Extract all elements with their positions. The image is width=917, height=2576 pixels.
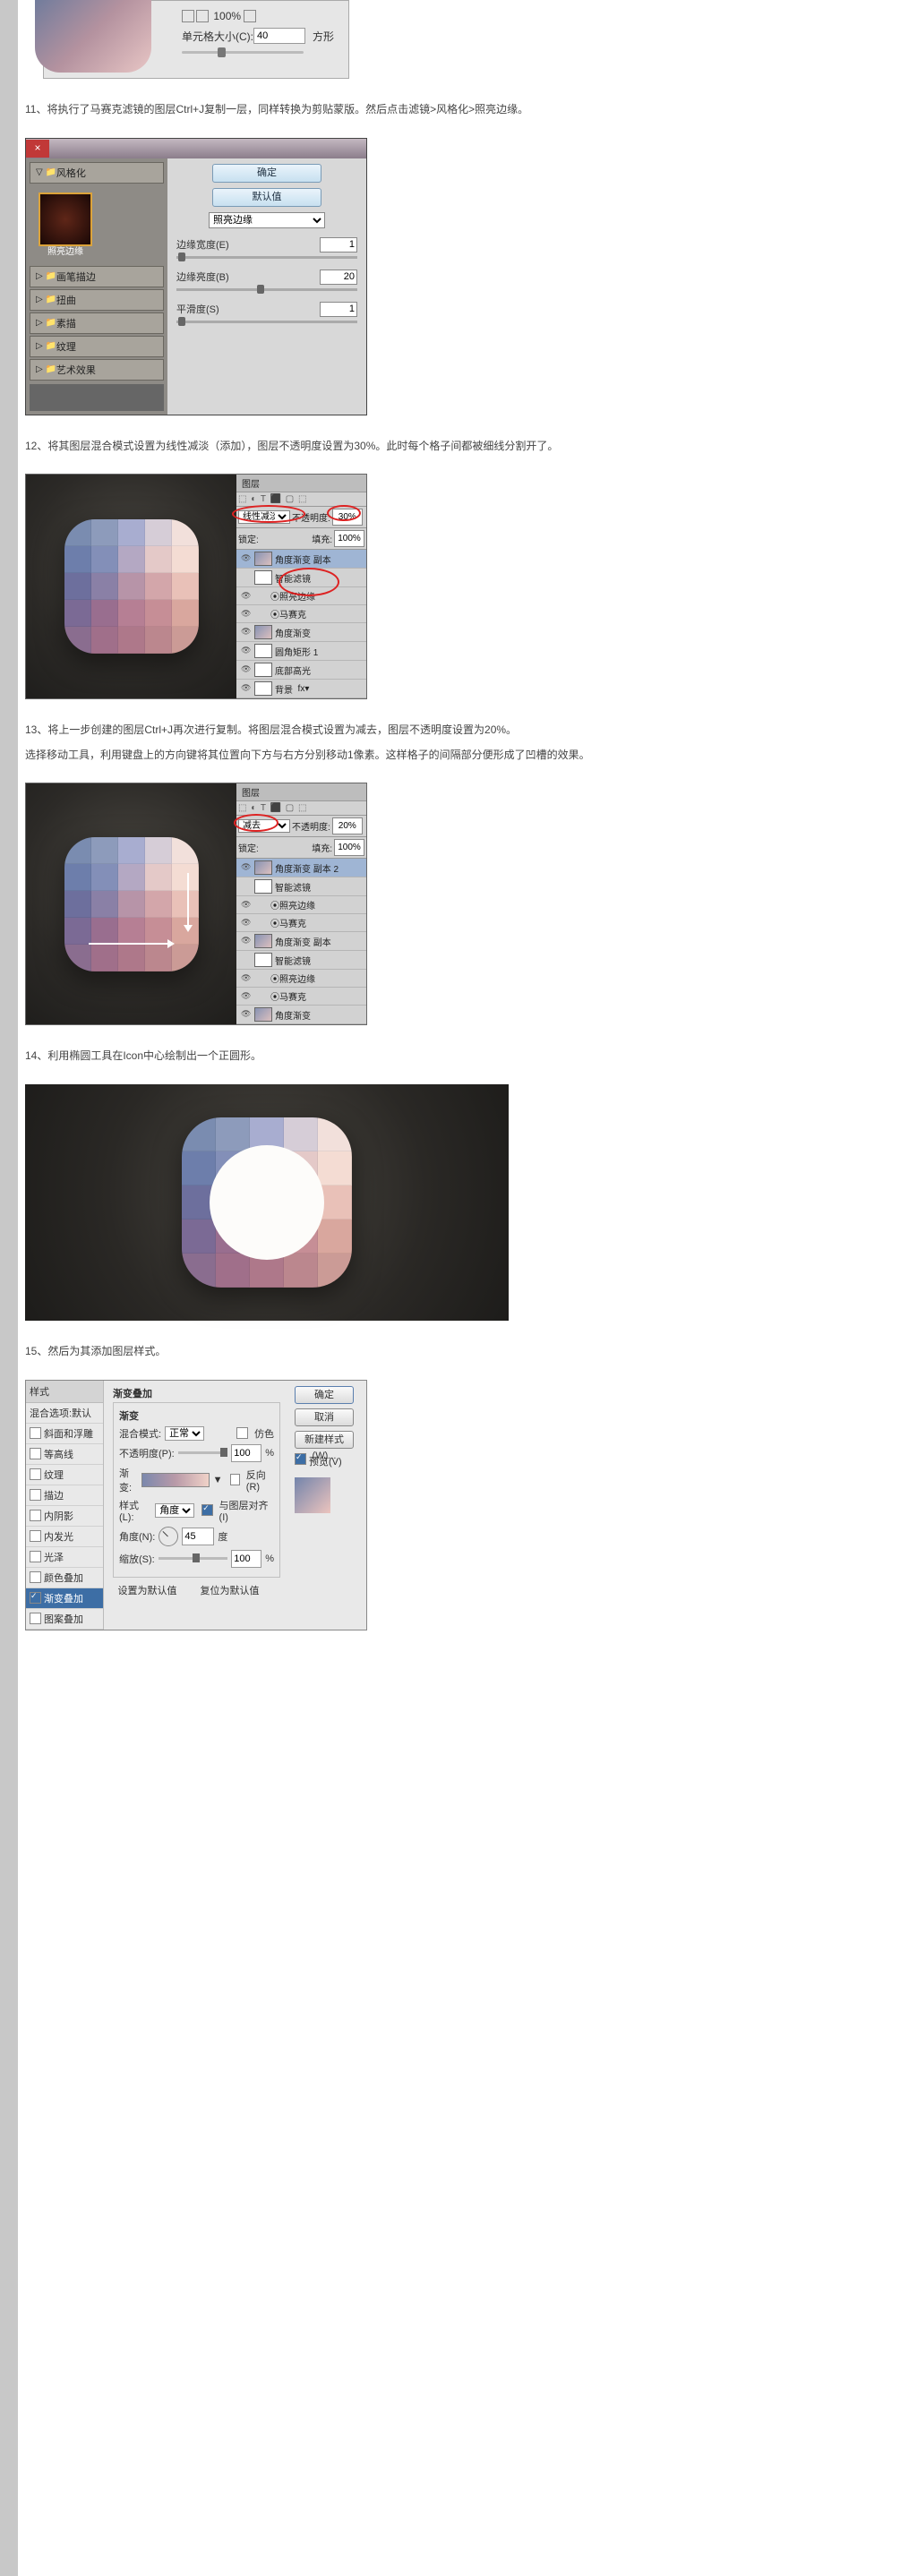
- arrow-down-icon: [187, 873, 189, 927]
- layer-row[interactable]: ⦿ 照亮边缘: [236, 896, 366, 914]
- gradient-picker[interactable]: [141, 1473, 210, 1487]
- layer-row[interactable]: 角度渐变 副本: [236, 932, 366, 951]
- fill-input[interactable]: [334, 839, 364, 856]
- angle-input[interactable]: [182, 1528, 214, 1545]
- style-item[interactable]: 颜色叠加: [26, 1568, 103, 1588]
- section-title: 渐变叠加: [113, 1386, 280, 1400]
- smoothness-label: 平滑度(S): [176, 302, 219, 316]
- blend-options-item[interactable]: 混合选项:默认: [26, 1403, 103, 1424]
- ok-button[interactable]: 确定: [212, 164, 321, 183]
- layer-row[interactable]: 圆角矩形 1: [236, 642, 366, 661]
- folder-sketch[interactable]: 素描: [30, 312, 164, 334]
- layers-tab[interactable]: 图层: [242, 789, 260, 799]
- scale-slider[interactable]: [159, 1557, 227, 1560]
- preview-label: 预览(V): [309, 1457, 342, 1468]
- folder-texture[interactable]: 纹理: [30, 336, 164, 357]
- style-item-gradient-overlay[interactable]: 渐变叠加: [26, 1588, 103, 1609]
- edge-brightness-input[interactable]: [320, 270, 357, 285]
- angle-dial-icon[interactable]: [159, 1527, 178, 1546]
- ellipse-shape: [210, 1145, 324, 1260]
- layers-tab[interactable]: 图层: [242, 480, 260, 490]
- step10-fragment: 100% 单元格大小(C): 方形: [25, 0, 903, 79]
- layer-row[interactable]: ⦿ 马赛克: [236, 988, 366, 1006]
- folder-distort[interactable]: 扭曲: [30, 289, 164, 311]
- edge-brightness-label: 边缘亮度(B): [176, 270, 229, 284]
- preview-thumbnail: [295, 1477, 330, 1513]
- filter-select[interactable]: 照亮边缘: [209, 212, 325, 228]
- step-15-text: 15、然后为其添加图层样式。: [25, 1342, 903, 1362]
- step12-screenshot: 图层 ⬚ ◐ T ⬛ ▢ ⬚ 线性减淡 (添不透明度: 锁定:填充: 角度渐变 …: [25, 474, 903, 699]
- styles-header: 样式: [26, 1381, 103, 1403]
- layer-row[interactable]: 智能滤镜: [236, 951, 366, 970]
- style-item[interactable]: 内发光: [26, 1527, 103, 1547]
- filter-gallery-screenshot: × 风格化 照亮边缘 画笔描边 扭曲 素描 纹理 艺术效果 确定 默认值 照亮边…: [25, 138, 903, 415]
- cancel-button[interactable]: 取消: [295, 1408, 354, 1426]
- zoom-value: 100%: [213, 10, 241, 22]
- annotation-ring-filters: [279, 568, 339, 596]
- layer-row[interactable]: 背景 fx▾: [236, 680, 366, 698]
- cell-size-input[interactable]: [253, 28, 305, 44]
- layer-style-dialog: 样式 混合选项:默认 斜面和浮雕 等高线 纹理 描边 内阴影 内发光 光泽 颜色…: [25, 1380, 903, 1630]
- close-icon[interactable]: ×: [26, 140, 49, 158]
- style-item[interactable]: 斜面和浮雕: [26, 1424, 103, 1444]
- layer-row[interactable]: 角度渐变 副本: [236, 550, 366, 569]
- layer-row[interactable]: 底部高光: [236, 661, 366, 680]
- smoothness-input[interactable]: [320, 302, 357, 317]
- step14-screenshot: [25, 1084, 903, 1321]
- edge-width-input[interactable]: [320, 237, 357, 252]
- filter-thumb-glowing-edges[interactable]: 照亮边缘: [39, 193, 92, 246]
- step-13-text-a: 13、将上一步创建的图层Ctrl+J再次进行复制。将图层混合模式设置为减去，图层…: [25, 721, 903, 740]
- style-item[interactable]: 光泽: [26, 1547, 103, 1568]
- reset-default-button[interactable]: 复位为默认值: [201, 1583, 276, 1597]
- style-item[interactable]: 描边: [26, 1485, 103, 1506]
- step-13-text-b: 选择移动工具，利用键盘上的方向键将其位置向下方与右方分别移动1像素。这样格子的间…: [25, 746, 903, 766]
- step-11-text: 11、将执行了马赛克滤镜的图层Ctrl+J复制一层，同样转换为剪贴蒙版。然后点击…: [25, 100, 903, 120]
- make-default-button[interactable]: 设置为默认值: [118, 1583, 193, 1597]
- style-item[interactable]: 图案叠加: [26, 1609, 103, 1630]
- cell-unit: 方形: [313, 29, 334, 44]
- blend-mode-select[interactable]: 正常: [165, 1426, 204, 1441]
- fill-input[interactable]: [334, 530, 364, 547]
- opacity-input[interactable]: [231, 1444, 261, 1462]
- layer-row[interactable]: ⦿ 马赛克: [236, 914, 366, 932]
- style-item[interactable]: 纹理: [26, 1465, 103, 1485]
- layer-row[interactable]: 角度渐变: [236, 623, 366, 642]
- edge-brightness-slider[interactable]: [176, 288, 357, 291]
- layer-row[interactable]: 智能滤镜: [236, 877, 366, 896]
- folder-artistic[interactable]: 艺术效果: [30, 359, 164, 381]
- smoothness-slider[interactable]: [176, 321, 357, 323]
- cell-size-label: 单元格大小(C):: [182, 29, 253, 44]
- layer-row[interactable]: ⦿ 马赛克: [236, 605, 366, 623]
- layer-row[interactable]: ⦿ 照亮边缘: [236, 970, 366, 988]
- opacity-slider[interactable]: [178, 1451, 227, 1454]
- arrow-right-icon: [89, 943, 169, 945]
- layer-row[interactable]: 角度渐变 副本 2: [236, 859, 366, 877]
- style-item[interactable]: 内阴影: [26, 1506, 103, 1527]
- cell-size-slider[interactable]: [182, 51, 304, 54]
- step-14-text: 14、利用椭圆工具在Icon中心绘制出一个正圆形。: [25, 1047, 903, 1066]
- style-item[interactable]: 等高线: [26, 1444, 103, 1465]
- folder-brush[interactable]: 画笔描边: [30, 266, 164, 287]
- default-button[interactable]: 默认值: [212, 188, 321, 207]
- gradient-style-select[interactable]: 角度: [155, 1503, 194, 1518]
- opacity-input[interactable]: [332, 817, 363, 834]
- edge-width-label: 边缘宽度(E): [176, 237, 229, 252]
- new-style-button[interactable]: 新建样式(W)...: [295, 1431, 354, 1449]
- ok-button[interactable]: 确定: [295, 1386, 354, 1404]
- layer-row[interactable]: 角度渐变: [236, 1006, 366, 1024]
- edge-width-slider[interactable]: [176, 256, 357, 259]
- step-12-text: 12、将其图层混合模式设置为线性减淡（添加），图层不透明度设置为30%。此时每个…: [25, 437, 903, 457]
- step13-screenshot: 图层 ⬚ ◐ T ⬛ ▢ ⬚ 减去不透明度: 锁定:填充: 角度渐变 副本 2 …: [25, 783, 903, 1025]
- scale-input[interactable]: [231, 1550, 261, 1568]
- folder-stylize[interactable]: 风格化: [30, 162, 164, 184]
